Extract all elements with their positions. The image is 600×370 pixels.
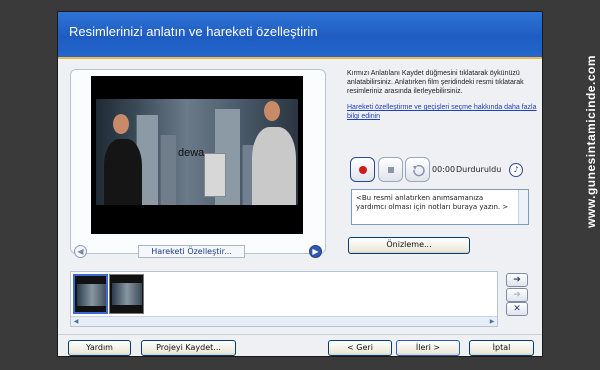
wizard-header: Resimlerinizi anlatın ve hareketi özelle… xyxy=(58,12,542,57)
cancel-button-label: İptal xyxy=(492,343,511,352)
thumbnail-image xyxy=(77,284,106,306)
page-title: Resimlerinizi anlatın ve hareketi özelle… xyxy=(69,24,318,39)
recording-status: Durduruldu xyxy=(456,165,502,174)
narration-notes-field[interactable]: <Bu resmi anlatırken anımsamanıza yardım… xyxy=(351,189,529,225)
customize-motion-button[interactable]: Hareketi Özelleştir... xyxy=(138,245,245,258)
filmstrip-thumbnail[interactable] xyxy=(109,274,144,314)
next-image-button[interactable]: ▶ xyxy=(309,245,322,258)
undo-button[interactable] xyxy=(405,157,430,182)
thumbnail-image xyxy=(112,283,142,305)
preview-button[interactable]: Önizleme... xyxy=(348,237,470,254)
stop-button[interactable] xyxy=(378,157,403,182)
header-divider xyxy=(58,57,542,59)
filmstrip-scrollbar[interactable]: ◀ ▶ xyxy=(71,316,497,326)
narration-notes-text: <Bu resmi anlatırken anımsamanıza yardım… xyxy=(356,194,509,211)
photo-story-dialog: Resimlerinizi anlatın ve hareketi özelle… xyxy=(57,11,543,357)
preview-panel: dewa ◀ Hareketi Özelleştir... ▶ xyxy=(70,69,326,258)
move-right-button[interactable]: ➔ xyxy=(506,273,528,287)
elapsed-time: 00:00 xyxy=(432,165,456,174)
notes-scrollbar[interactable] xyxy=(518,190,528,224)
undo-icon xyxy=(413,164,425,177)
save-project-button[interactable]: Projeyi Kaydet... xyxy=(141,340,236,356)
help-link[interactable]: Hareketi özelleştirme ve geçişleri seçme… xyxy=(347,103,537,121)
scroll-left-icon[interactable]: ◀ xyxy=(71,317,81,327)
preview-image: dewa xyxy=(96,99,298,205)
person-right-head xyxy=(264,101,280,121)
move-left-button[interactable]: ➔ xyxy=(506,288,528,302)
narration-controls: 00:00 Durduruldu ♪ xyxy=(350,157,527,187)
scene-caption: dewa xyxy=(178,147,205,159)
save-project-label: Projeyi Kaydet... xyxy=(156,343,221,352)
customize-motion-label: Hareketi Özelleştir... xyxy=(151,247,232,256)
back-button-label: < Geri xyxy=(347,343,373,352)
previous-image-button[interactable]: ◀ xyxy=(74,245,87,258)
building-shape xyxy=(160,135,176,205)
stop-icon xyxy=(388,167,394,173)
footer-divider xyxy=(58,334,542,335)
next-button[interactable]: İleri > xyxy=(396,340,460,356)
record-narration-button[interactable] xyxy=(350,157,375,182)
filmstrip: ◀ ▶ xyxy=(70,271,498,327)
filmstrip-thumbnail[interactable] xyxy=(73,274,108,314)
scroll-right-icon[interactable]: ▶ xyxy=(487,317,497,327)
watermark-text: www.gunesintamicinde.com xyxy=(584,55,598,228)
cancel-button[interactable]: İptal xyxy=(469,340,534,356)
back-button[interactable]: < Geri xyxy=(328,340,392,356)
delete-button[interactable]: ✕ xyxy=(506,302,528,316)
next-button-label: İleri > xyxy=(415,343,441,352)
person-left xyxy=(104,139,142,205)
preview-button-label: Önizleme... xyxy=(386,240,432,249)
person-left-head xyxy=(113,114,129,134)
person-right xyxy=(252,127,296,205)
help-button[interactable]: Yardım xyxy=(68,340,131,356)
video-preview[interactable]: dewa xyxy=(91,76,303,234)
record-icon xyxy=(359,166,367,174)
help-button-label: Yardım xyxy=(86,343,113,352)
screen: Resimlerinizi anlatın ve hareketi özelle… xyxy=(0,0,600,370)
microphone-icon[interactable]: ♪ xyxy=(509,163,523,177)
computer-tower xyxy=(204,153,226,197)
watermark: www.gunesintamicinde.com xyxy=(575,55,598,320)
instructions-text: Kırmızı Anlatılanı Kaydet düğmesini tıkl… xyxy=(347,70,524,95)
